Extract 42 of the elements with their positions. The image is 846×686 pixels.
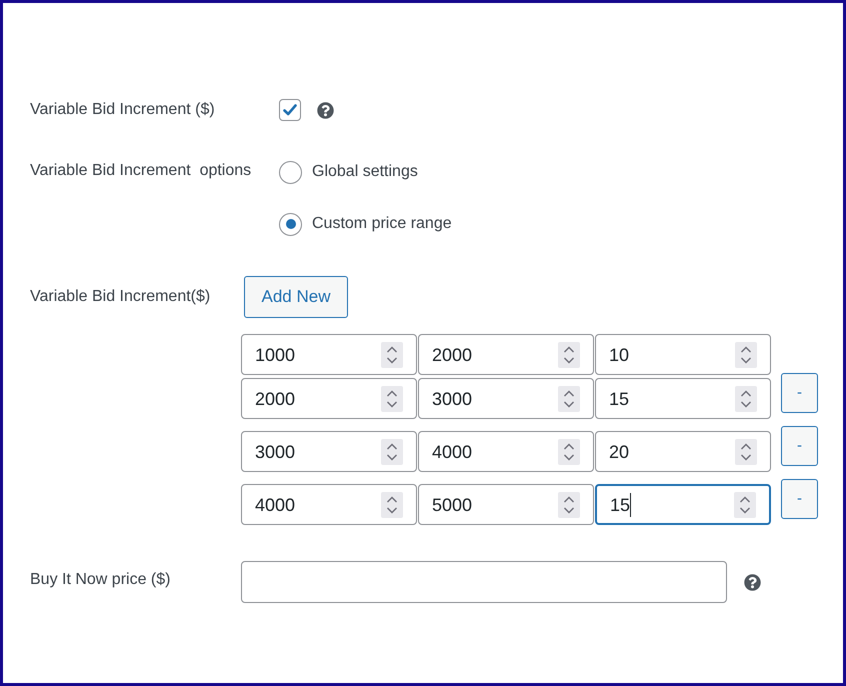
number-field[interactable]: 4000 xyxy=(241,484,417,525)
stepper-icon[interactable] xyxy=(558,342,580,368)
stepper-icon[interactable] xyxy=(381,492,403,518)
field-label: Variable Bid Increment options xyxy=(30,161,252,181)
number-field[interactable]: 3000 xyxy=(418,378,594,419)
field-label: Buy It Now price ($) xyxy=(30,570,172,590)
field-label: Variable Bid Increment ($) xyxy=(30,100,216,120)
remove-row-button[interactable]: - xyxy=(781,479,818,519)
radio-label[interactable]: Custom price range xyxy=(312,213,452,235)
number-field[interactable]: 2000 xyxy=(241,378,417,419)
stepper-icon[interactable] xyxy=(735,386,757,412)
radio-label[interactable]: Global settings xyxy=(312,161,418,183)
stepper-icon[interactable] xyxy=(381,386,403,412)
number-field[interactable]: 10 xyxy=(595,334,771,375)
number-field[interactable]: 5000 xyxy=(418,484,594,525)
remove-row-button[interactable]: - xyxy=(781,426,818,466)
number-field[interactable]: 15 xyxy=(595,378,771,419)
checkmark-icon xyxy=(283,104,297,116)
stepper-icon[interactable] xyxy=(558,492,580,518)
help-icon[interactable] xyxy=(317,102,334,118)
number-field[interactable]: 20 xyxy=(595,431,771,472)
number-field[interactable]: 1000 xyxy=(241,334,417,375)
number-field[interactable]: 15 xyxy=(595,484,771,525)
stepper-icon[interactable] xyxy=(381,438,403,464)
add-new-button[interactable]: Add New xyxy=(244,276,348,318)
price-field[interactable] xyxy=(241,561,727,603)
radio-button[interactable] xyxy=(279,212,302,236)
number-field[interactable]: 4000 xyxy=(418,431,594,472)
number-field[interactable]: 3000 xyxy=(241,431,417,472)
remove-row-button[interactable]: - xyxy=(781,373,818,413)
stepper-icon[interactable] xyxy=(381,342,403,368)
stepper-icon[interactable] xyxy=(735,438,757,464)
stepper-icon[interactable] xyxy=(558,386,580,412)
field-label: Variable Bid Increment($) xyxy=(30,287,212,307)
checkbox[interactable] xyxy=(279,99,301,121)
help-icon[interactable] xyxy=(744,574,761,590)
text-cursor-icon xyxy=(630,492,632,516)
stepper-icon[interactable] xyxy=(558,438,580,464)
number-field[interactable]: 2000 xyxy=(418,334,594,375)
stepper-icon[interactable] xyxy=(734,492,756,518)
stepper-icon[interactable] xyxy=(735,342,757,368)
radio-button[interactable] xyxy=(279,160,302,184)
